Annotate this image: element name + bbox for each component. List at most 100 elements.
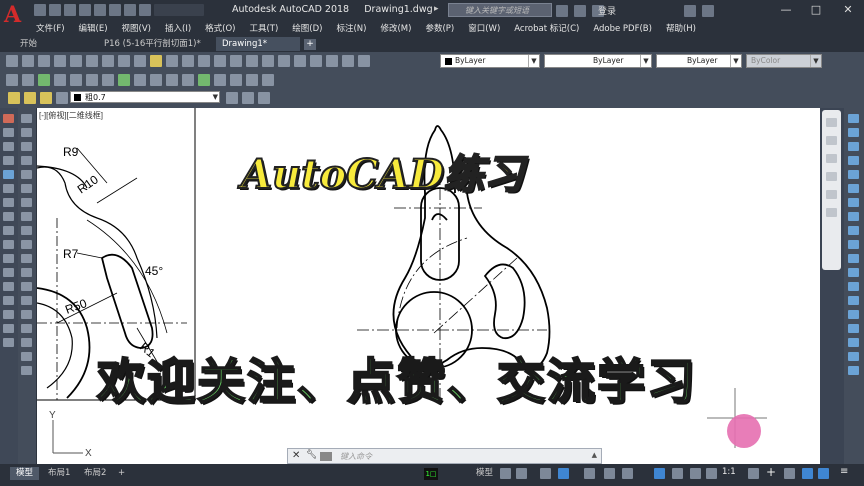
- dim-space-icon[interactable]: [848, 268, 859, 277]
- snap-parallel-icon[interactable]: [182, 74, 194, 86]
- snap-nearest-icon[interactable]: [230, 74, 242, 86]
- continue-icon[interactable]: [848, 254, 859, 263]
- annotation-scale-icon[interactable]: [706, 468, 717, 479]
- transparency-icon[interactable]: [672, 468, 683, 479]
- mirror-icon[interactable]: [3, 142, 14, 151]
- offset-icon[interactable]: [3, 156, 14, 165]
- scale-icon[interactable]: [3, 212, 14, 221]
- tool-palettes-icon[interactable]: [310, 55, 322, 67]
- gradient-icon[interactable]: [21, 324, 32, 333]
- dim-update-icon[interactable]: [848, 366, 859, 375]
- dim-edit-icon[interactable]: [848, 352, 859, 361]
- subscription-icon[interactable]: [574, 5, 586, 17]
- polygon-icon[interactable]: [21, 156, 32, 165]
- web-mobile-icon[interactable]: [94, 4, 106, 16]
- search-icon[interactable]: [556, 5, 568, 17]
- zoom-realtime-icon[interactable]: [230, 55, 242, 67]
- zoom-extents-icon[interactable]: [826, 154, 837, 163]
- sign-in-button[interactable]: 登录: [598, 4, 616, 17]
- array-icon[interactable]: [3, 170, 14, 179]
- chamfer-icon[interactable]: [3, 296, 14, 305]
- sheet-set-icon[interactable]: [326, 55, 338, 67]
- design-center-icon[interactable]: [294, 55, 306, 67]
- table-icon[interactable]: [21, 352, 32, 361]
- block-editor-icon[interactable]: [166, 55, 178, 67]
- lightbulb-icon[interactable]: [40, 92, 52, 104]
- exchange-icon[interactable]: [684, 5, 696, 17]
- calculator-icon[interactable]: [358, 55, 370, 67]
- snap-apparent-icon[interactable]: [86, 74, 98, 86]
- undo-icon[interactable]: [124, 4, 136, 16]
- customization-menu-icon[interactable]: ≡: [840, 466, 848, 477]
- explode-icon[interactable]: [3, 338, 14, 347]
- polyline-icon[interactable]: [21, 142, 32, 151]
- linetype-dropdown[interactable]: ByLayer ▼: [544, 54, 652, 68]
- close-icon[interactable]: ✕: [292, 450, 300, 461]
- open-file-icon[interactable]: [49, 4, 61, 16]
- tab-layout2[interactable]: 布局2: [78, 467, 112, 480]
- paste-icon[interactable]: [134, 55, 146, 67]
- plotstyle-dropdown[interactable]: ByColor ▼: [746, 54, 822, 68]
- arc-length-icon[interactable]: [848, 142, 859, 151]
- circle-icon[interactable]: [21, 198, 32, 207]
- rotate-icon[interactable]: [3, 198, 14, 207]
- jogged-linear-icon[interactable]: [848, 338, 859, 347]
- command-prompt-icon[interactable]: [320, 452, 332, 461]
- close-button[interactable]: ✕: [834, 0, 862, 21]
- stretch-icon[interactable]: [3, 226, 14, 235]
- nav-menu-icon[interactable]: [826, 208, 837, 217]
- new-icon[interactable]: [6, 55, 18, 67]
- polar-icon[interactable]: [558, 468, 569, 479]
- erase-icon[interactable]: [3, 114, 14, 123]
- isolate-objects-icon[interactable]: [784, 468, 795, 479]
- markup-icon[interactable]: [342, 55, 354, 67]
- menu-parametric[interactable]: 参数(P): [425, 21, 454, 37]
- menu-edit[interactable]: 编辑(E): [79, 21, 108, 37]
- annotation-monitor-icon[interactable]: [690, 468, 701, 479]
- spline-icon[interactable]: [21, 226, 32, 235]
- save-icon[interactable]: [38, 55, 50, 67]
- make-block-icon[interactable]: [21, 282, 32, 291]
- layer-state-icon[interactable]: [24, 92, 36, 104]
- menu-modify[interactable]: 修改(M): [380, 21, 411, 37]
- scale-value[interactable]: 1:1: [722, 467, 736, 477]
- zoom-window-icon[interactable]: [246, 55, 258, 67]
- snap-insert-icon[interactable]: [214, 74, 226, 86]
- undo-icon[interactable]: [182, 55, 194, 67]
- blend-icon[interactable]: [3, 324, 14, 333]
- tab-start[interactable]: 开始: [14, 37, 94, 51]
- drawing-area[interactable]: R9 R10 R7 45° R50 R1 [-][俯视][二维线框] Y X A…: [37, 108, 820, 464]
- snap-node-icon[interactable]: [198, 74, 210, 86]
- cut-icon[interactable]: [102, 55, 114, 67]
- save-icon[interactable]: [64, 4, 76, 16]
- menu-format[interactable]: 格式(O): [205, 21, 235, 37]
- copy-object-icon[interactable]: [3, 128, 14, 137]
- object-snap-tracking-icon[interactable]: [604, 468, 615, 479]
- tab-p16[interactable]: P16 (5-16平行剖切面1)*: [98, 37, 214, 51]
- diameter-dim-icon[interactable]: [848, 198, 859, 207]
- publish-icon[interactable]: [86, 55, 98, 67]
- menu-adobe-pdf[interactable]: Adobe PDF(B): [593, 21, 652, 37]
- freeze-icon[interactable]: [56, 92, 68, 104]
- preview-icon[interactable]: [70, 55, 82, 67]
- workspace-gear-icon[interactable]: [748, 468, 759, 479]
- extend-icon[interactable]: [3, 254, 14, 263]
- tab-model[interactable]: 模型: [10, 467, 40, 480]
- layer-previous-icon[interactable]: [242, 92, 254, 104]
- viewport-controls-label[interactable]: [-][俯视][二维线框]: [39, 110, 103, 120]
- ortho-icon[interactable]: [540, 468, 551, 479]
- radius-dim-icon[interactable]: [848, 170, 859, 179]
- move-icon[interactable]: [3, 184, 14, 193]
- color-dropdown[interactable]: ByLayer ▼: [440, 54, 540, 68]
- snap-tangent-icon[interactable]: [150, 74, 162, 86]
- tab-drawing1[interactable]: Drawing1*: [216, 37, 300, 51]
- tab-layout1[interactable]: 布局1: [42, 467, 76, 480]
- snap-midpoint-icon[interactable]: [54, 74, 66, 86]
- lineweight-icon[interactable]: [654, 468, 665, 479]
- hardware-acceleration-icon[interactable]: [802, 468, 813, 479]
- snap-quadrant-icon[interactable]: [134, 74, 146, 86]
- baseline-icon[interactable]: [848, 240, 859, 249]
- menu-help[interactable]: 帮助(H): [666, 21, 696, 37]
- plus-icon[interactable]: +: [766, 465, 776, 479]
- linear-dim-icon[interactable]: [848, 114, 859, 123]
